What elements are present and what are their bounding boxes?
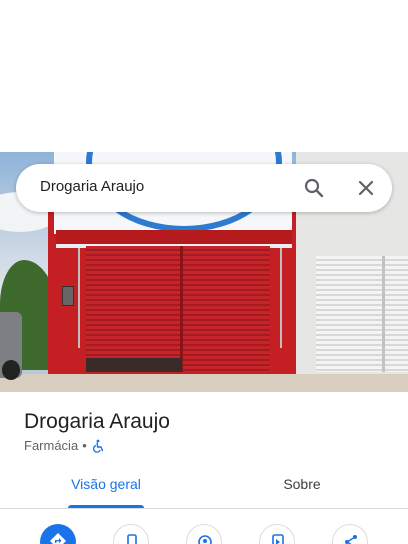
tabs-divider <box>0 508 408 509</box>
tab-overview[interactable]: Visão geral <box>64 476 148 492</box>
photo-shutter-gap <box>86 358 182 372</box>
share-button[interactable] <box>332 524 368 544</box>
top-blank-area <box>0 0 408 152</box>
tab-about[interactable]: Sobre <box>264 476 340 492</box>
directions-button[interactable] <box>40 524 76 544</box>
photo-shutter-divider <box>180 246 183 372</box>
location-button[interactable] <box>186 524 222 544</box>
search-bar[interactable]: Drogaria Araujo <box>16 164 392 212</box>
subtitle-separator: • <box>82 438 87 453</box>
place-category[interactable]: Farmácia <box>24 438 78 453</box>
wheelchair-accessible-icon <box>91 439 105 453</box>
photo-ground <box>0 374 408 392</box>
phone-button[interactable] <box>113 524 149 544</box>
photo-pipe <box>280 248 282 348</box>
place-title: Drogaria Araujo <box>24 410 170 433</box>
photo-pipe <box>78 248 80 348</box>
photo-shutter <box>86 246 270 372</box>
close-icon[interactable] <box>354 176 378 200</box>
photo-car-wheel <box>2 360 20 380</box>
search-query-text[interactable]: Drogaria Araujo <box>40 178 144 195</box>
search-icon[interactable] <box>302 176 326 200</box>
photo-neighbor-shutter-divider <box>382 256 385 372</box>
photo-electric-meter <box>62 286 74 306</box>
place-subtitle: Farmácia • <box>24 438 105 453</box>
save-button[interactable] <box>259 524 295 544</box>
photo-neighbor-shutter <box>316 256 408 372</box>
